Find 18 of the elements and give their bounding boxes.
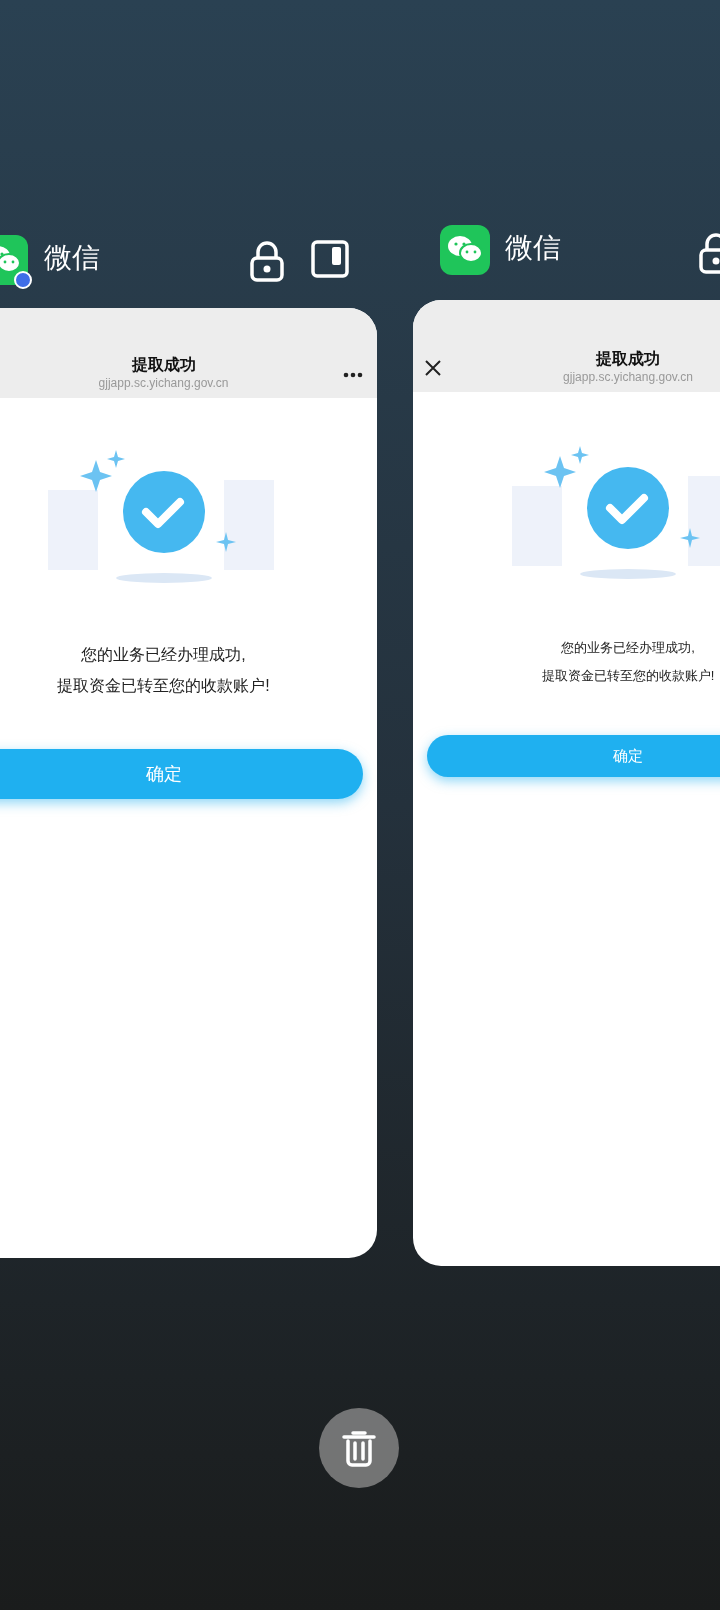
app-icon[interactable] bbox=[440, 225, 490, 275]
page-url: gjjapp.sc.yichang.gov.cn bbox=[98, 375, 229, 392]
page-title: 提取成功 bbox=[596, 349, 660, 369]
app-card[interactable]: 提取成功 gjjapp.sc.yichang.gov.cn 您的业务已经办理成功, 提取资金已转至您的收款账户! 确定 bbox=[0, 308, 377, 1258]
trash-icon bbox=[342, 1429, 376, 1467]
message-text: 提取资金已转至您的收款账户! bbox=[56, 676, 271, 696]
close-icon[interactable] bbox=[425, 360, 441, 376]
split-screen-icon[interactable] bbox=[311, 240, 349, 278]
more-icon[interactable] bbox=[343, 372, 363, 378]
lock-icon[interactable] bbox=[250, 240, 284, 282]
message-text: 您的业务已经办理成功, bbox=[560, 639, 696, 657]
message-text: 提取资金已转至您的收款账户! bbox=[540, 667, 716, 685]
app-card[interactable]: 提取成功 gjjapp.sc.yichang.gov.cn 您的业务已经办理成功, 提取资金已转至您的收款账户! 确定 bbox=[413, 300, 720, 1266]
page-title: 提取成功 bbox=[131, 355, 196, 375]
app-name: 微信 bbox=[505, 231, 561, 265]
app-name: 微信 bbox=[44, 241, 100, 275]
page-url: gjjapp.sc.yichang.gov.cn bbox=[563, 369, 693, 386]
message-text: 您的业务已经办理成功, bbox=[80, 645, 247, 665]
